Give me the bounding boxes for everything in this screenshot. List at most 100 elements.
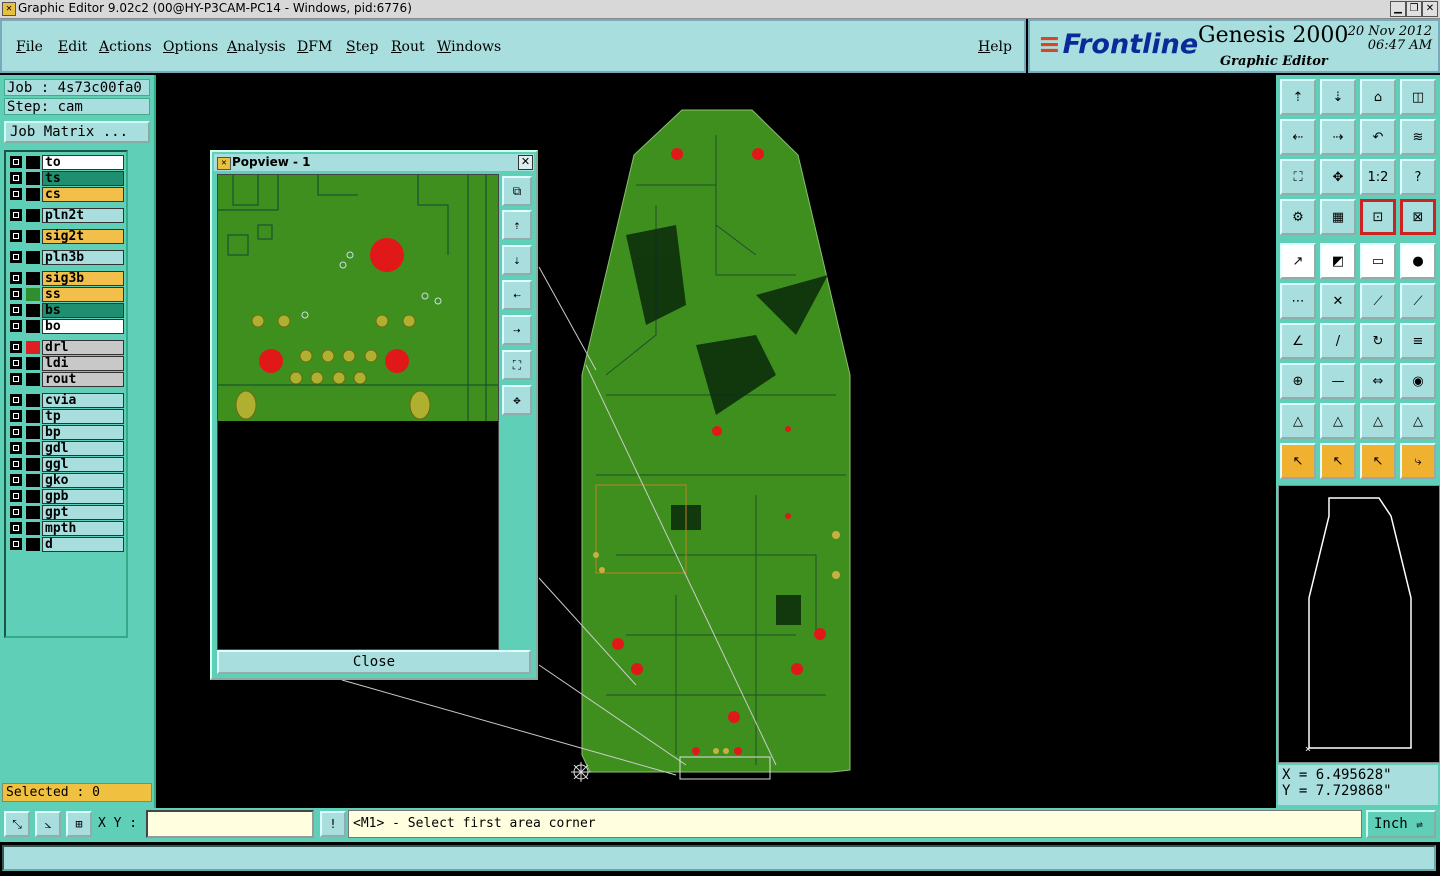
- layer-color-swatch[interactable]: [26, 272, 40, 285]
- menu-analysis[interactable]: Analysis: [227, 39, 286, 55]
- layer-checkbox[interactable]: [10, 522, 22, 534]
- layer-color-swatch[interactable]: [26, 320, 40, 333]
- layer-row-drl[interactable]: drl: [8, 340, 126, 355]
- popview-down-icon[interactable]: ⇣: [502, 245, 532, 275]
- layer-name[interactable]: pln2t: [42, 208, 124, 223]
- popview-left-icon[interactable]: ⇠: [502, 280, 532, 310]
- board-overview[interactable]: ×: [1278, 485, 1440, 763]
- layer-color-swatch[interactable]: [26, 341, 40, 354]
- layer-row-pln3b[interactable]: pln3b: [8, 250, 126, 265]
- menu-actions[interactable]: Actions: [99, 39, 152, 55]
- popview-canvas[interactable]: [217, 174, 499, 650]
- layer-row-gpb[interactable]: gpb: [8, 489, 126, 504]
- layer-color-swatch[interactable]: [26, 538, 40, 551]
- snap-icon[interactable]: ⊡: [1360, 199, 1396, 235]
- snap-off-icon[interactable]: ⊠: [1400, 199, 1436, 235]
- layer-row-bo[interactable]: bo: [8, 319, 126, 334]
- triangle-up-icon[interactable]: △: [1360, 403, 1396, 439]
- layer-row-d[interactable]: d: [8, 537, 126, 552]
- layer-checkbox[interactable]: [10, 410, 22, 422]
- layer-up-icon[interactable]: ⇡: [1280, 79, 1316, 115]
- layer-row-ldi[interactable]: ldi: [8, 356, 126, 371]
- job-matrix-button[interactable]: Job Matrix ...: [4, 121, 150, 143]
- layer-name[interactable]: sig2t: [42, 229, 124, 244]
- layer-row-to[interactable]: to: [8, 155, 126, 170]
- menu-options[interactable]: Options: [163, 39, 218, 55]
- layer-color-swatch[interactable]: [26, 209, 40, 222]
- grid-icon[interactable]: ▦: [1320, 199, 1356, 235]
- layer-checkbox[interactable]: [10, 188, 22, 200]
- layer-checkbox[interactable]: [10, 506, 22, 518]
- layer-color-swatch[interactable]: [26, 188, 40, 201]
- layer-row-tp[interactable]: tp: [8, 409, 126, 424]
- layer-name[interactable]: bp: [42, 425, 124, 440]
- layer-color-swatch[interactable]: [26, 506, 40, 519]
- layer-name[interactable]: ggl: [42, 457, 124, 472]
- layer-color-swatch[interactable]: [26, 156, 40, 169]
- menu-help[interactable]: Help: [978, 39, 1012, 55]
- layer-row-sig2t[interactable]: sig2t: [8, 229, 126, 244]
- minus-icon[interactable]: —: [1320, 363, 1356, 399]
- xy-input[interactable]: [146, 810, 314, 838]
- layer-checkbox[interactable]: [10, 172, 22, 184]
- select-pointer-alt-icon[interactable]: ↖: [1360, 443, 1396, 479]
- layer-row-bs[interactable]: bs: [8, 303, 126, 318]
- angle-icon[interactable]: ∠: [1280, 323, 1316, 359]
- move-node-icon[interactable]: ⊕: [1280, 363, 1316, 399]
- text-icon[interactable]: ≡: [1400, 323, 1436, 359]
- layer-checkbox[interactable]: [10, 304, 22, 316]
- triangle-icon[interactable]: △: [1320, 403, 1356, 439]
- layer-color-swatch[interactable]: [26, 490, 40, 503]
- layer-name[interactable]: ts: [42, 171, 124, 186]
- close-icon[interactable]: ✕: [1422, 1, 1438, 17]
- settings-icon[interactable]: ⚙: [1280, 199, 1316, 235]
- popview-close-button[interactable]: Close: [217, 650, 531, 674]
- grid-snap-icon[interactable]: ⊞: [66, 811, 92, 837]
- pan-left-icon[interactable]: ⇠: [1280, 119, 1316, 155]
- layer-row-sig3b[interactable]: sig3b: [8, 271, 126, 286]
- layer-name[interactable]: tp: [42, 409, 124, 424]
- line-node-icon[interactable]: ⟋: [1360, 283, 1396, 319]
- route-icon[interactable]: ⤷: [1400, 443, 1436, 479]
- layer-name[interactable]: cvia: [42, 393, 124, 408]
- layer-checkbox[interactable]: [10, 458, 22, 470]
- layer-checkbox[interactable]: [10, 490, 22, 502]
- layer-name[interactable]: mpth: [42, 521, 124, 536]
- layer-color-swatch[interactable]: [26, 394, 40, 407]
- layer-checkbox[interactable]: [10, 341, 22, 353]
- zoom-1to2-icon[interactable]: 1:2: [1360, 159, 1396, 195]
- layer-color-swatch[interactable]: [26, 474, 40, 487]
- redraw-icon[interactable]: ≋: [1400, 119, 1436, 155]
- zoom-center-icon[interactable]: ✥: [1320, 159, 1356, 195]
- layer-name[interactable]: pln3b: [42, 250, 124, 265]
- unit-selector[interactable]: Inch ⇌: [1366, 810, 1436, 838]
- slash-icon[interactable]: /: [1320, 323, 1356, 359]
- layer-checkbox[interactable]: [10, 538, 22, 550]
- pan-right-icon[interactable]: ⇢: [1320, 119, 1356, 155]
- layer-name[interactable]: rout: [42, 372, 124, 387]
- ruler-icon[interactable]: ▭: [1360, 243, 1396, 279]
- undo-zoom-icon[interactable]: ↶: [1360, 119, 1396, 155]
- layer-color-swatch[interactable]: [26, 522, 40, 535]
- popview-close-icon[interactable]: ✕: [518, 155, 533, 170]
- layer-name[interactable]: drl: [42, 340, 124, 355]
- layer-name[interactable]: bs: [42, 303, 124, 318]
- layer-checkbox[interactable]: [10, 320, 22, 332]
- minimize-icon[interactable]: ▁: [1390, 1, 1406, 17]
- help-icon[interactable]: ?: [1400, 159, 1436, 195]
- layer-name[interactable]: gdl: [42, 441, 124, 456]
- menu-file[interactable]: File: [16, 39, 43, 55]
- layer-name[interactable]: to: [42, 155, 124, 170]
- layer-color-swatch[interactable]: [26, 288, 40, 301]
- select-box-icon[interactable]: ↖: [1320, 443, 1356, 479]
- layer-checkbox[interactable]: [10, 394, 22, 406]
- triangle-add-icon[interactable]: △: [1280, 403, 1316, 439]
- layer-row-gko[interactable]: gko: [8, 473, 126, 488]
- layer-row-cvia[interactable]: cvia: [8, 393, 126, 408]
- home-icon[interactable]: ⌂: [1360, 79, 1396, 115]
- layer-name[interactable]: gpt: [42, 505, 124, 520]
- layer-name[interactable]: ldi: [42, 356, 124, 371]
- layer-row-mpth[interactable]: mpth: [8, 521, 126, 536]
- menu-edit[interactable]: Edit: [58, 39, 87, 55]
- layer-color-swatch[interactable]: [26, 426, 40, 439]
